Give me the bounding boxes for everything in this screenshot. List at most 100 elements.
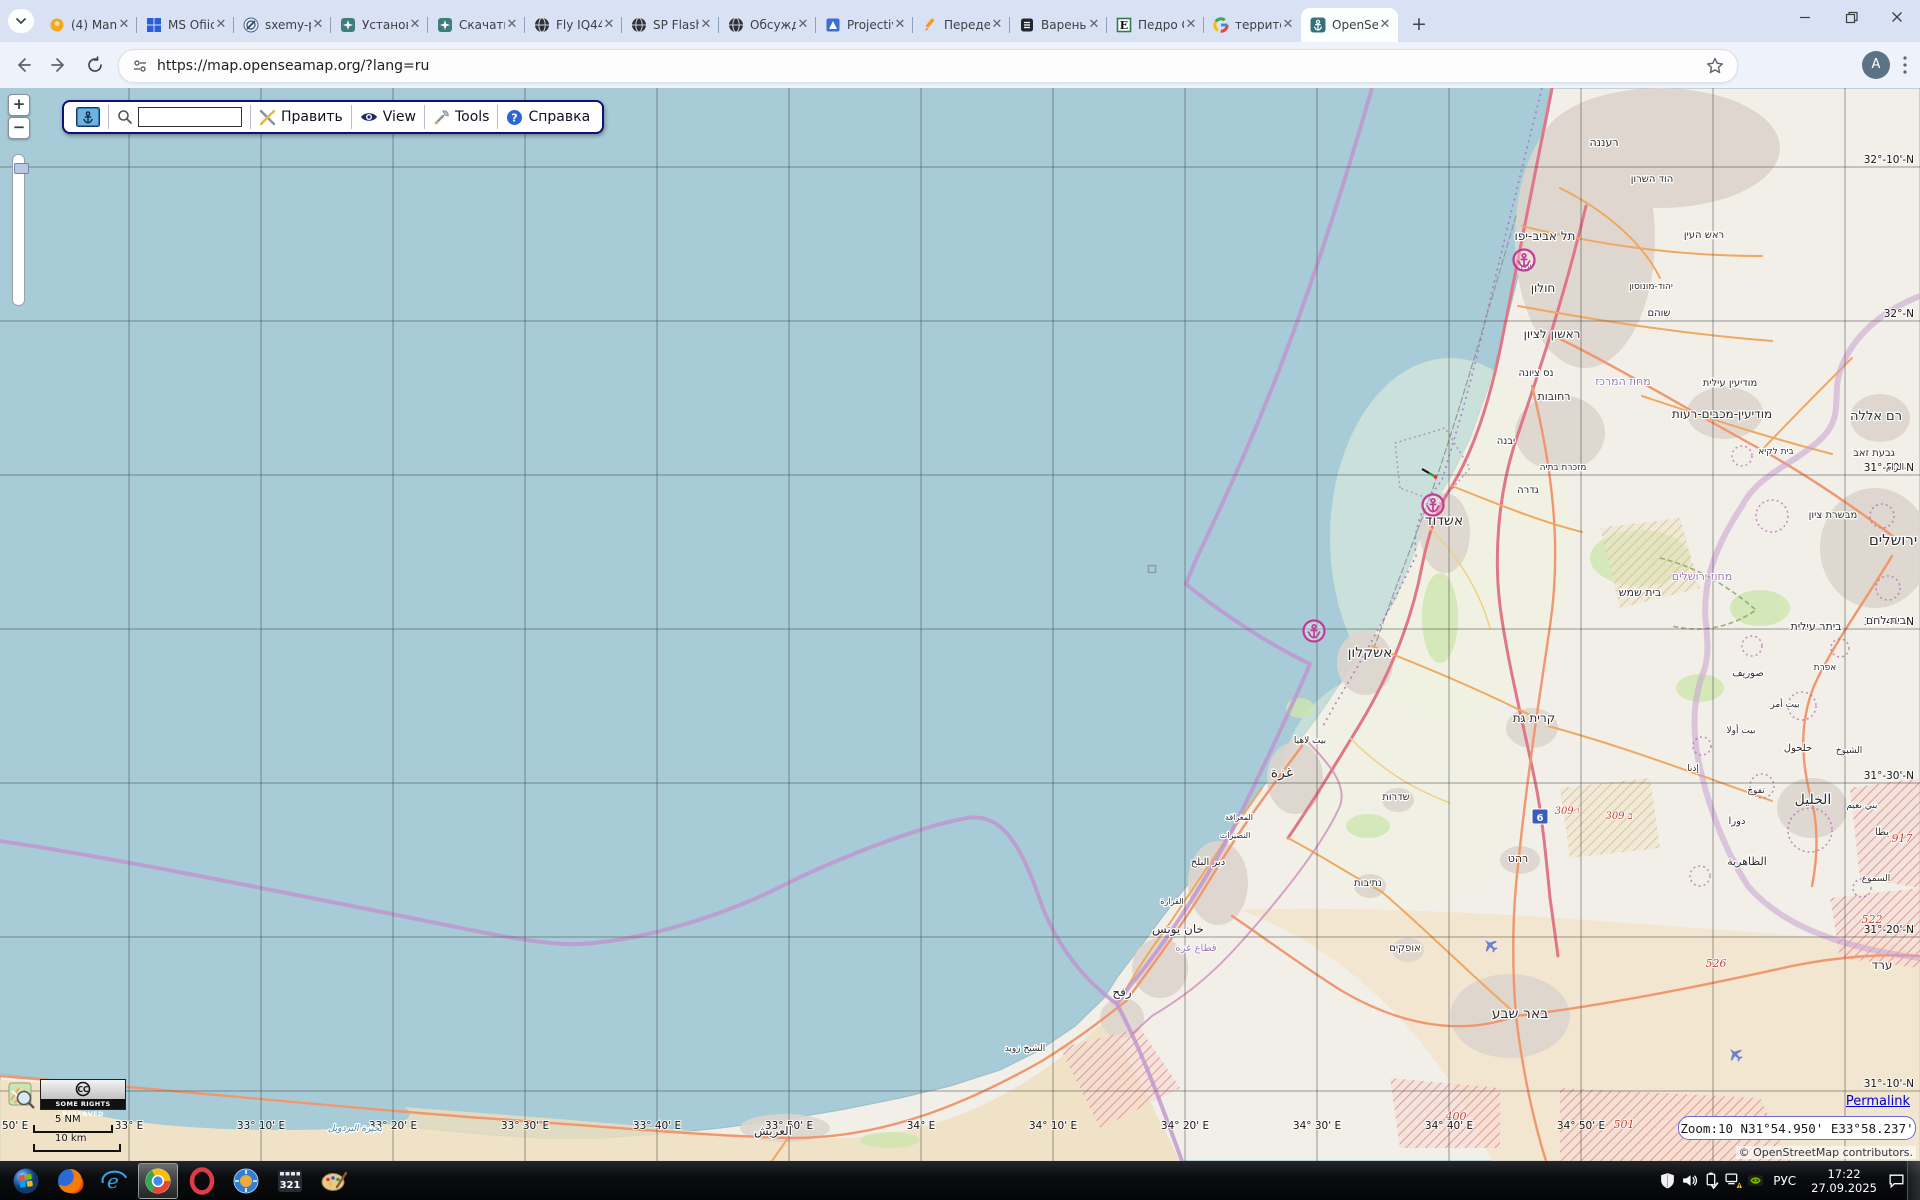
clock-time: 17:22 (1811, 1167, 1877, 1181)
map-label: النصيرات (1220, 831, 1251, 840)
svg-text:E: E (1120, 19, 1128, 32)
browser-tab-5[interactable]: Скачать✕ (428, 8, 525, 42)
menu-view[interactable]: View (352, 105, 425, 129)
zoom-out-button[interactable]: − (8, 117, 30, 139)
bell-favicon-icon (49, 17, 65, 33)
taskbar-app-paint[interactable] (314, 1163, 354, 1199)
tab-close-icon[interactable]: ✕ (990, 18, 1004, 32)
show-desktop-button[interactable] (1907, 1161, 1920, 1200)
usb-device-icon[interactable] (1700, 1161, 1722, 1200)
browser-tab-8[interactable]: Обсужде✕ (719, 8, 816, 42)
search-input[interactable] (138, 107, 242, 127)
taskbar-app-start[interactable] (6, 1163, 46, 1199)
browser-tab-14[interactable]: OpenSea✕ (1301, 8, 1398, 42)
browser-tab-4[interactable]: Установк✕ (331, 8, 428, 42)
taskbar-app-compass-app[interactable] (226, 1163, 266, 1199)
tab-close-icon[interactable]: ✕ (214, 18, 228, 32)
tab-close-icon[interactable]: ✕ (117, 18, 131, 32)
browser-tab-6[interactable]: Fly IQ441✕ (525, 8, 622, 42)
taskbar-app-chrome[interactable] (138, 1163, 178, 1199)
map-label: تفوح (1747, 786, 1765, 796)
notification-center-icon[interactable] (1885, 1161, 1907, 1200)
bookmark-star-icon[interactable] (1705, 56, 1725, 76)
browser-tab-2[interactable]: MS Ofiice✕ (137, 8, 234, 42)
volume-icon[interactable] (1678, 1161, 1700, 1200)
map-label: מודיעין-מכבים-רעות (1672, 407, 1772, 421)
harbour-anchor-icon[interactable] (1304, 621, 1325, 642)
clock[interactable]: 17:22 27.09.2025 (1803, 1167, 1885, 1195)
taskbar-app-firefox[interactable] (50, 1163, 90, 1199)
taskbar-app-opera[interactable] (182, 1163, 222, 1199)
edit-tools-icon (259, 109, 276, 126)
profile-avatar[interactable]: A (1862, 51, 1890, 79)
grid-lat-label: 32°-10'-N (1864, 154, 1914, 166)
reload-button[interactable] (80, 50, 110, 80)
menu-edit[interactable]: Править (251, 105, 352, 129)
harbour-anchor-icon[interactable] (1514, 250, 1535, 271)
zoom-slider-handle[interactable] (14, 163, 29, 174)
browser-tab-11[interactable]: Варенье✕ (1010, 8, 1107, 42)
language-indicator[interactable]: РУС (1766, 1174, 1803, 1188)
tab-close-icon[interactable]: ✕ (505, 18, 519, 32)
map-canvas[interactable]: 50' E33° E33° 10' E33° 20' E33° 30' E33°… (0, 88, 1920, 1161)
browser-tab-9[interactable]: Projectiv✕ (816, 8, 913, 42)
harbour-anchor-icon[interactable] (1423, 495, 1444, 516)
browser-tab-10[interactable]: Передел✕ (913, 8, 1010, 42)
osm-logo[interactable] (8, 1082, 35, 1109)
map-attribution[interactable]: © OpenStreetMap contributors. (1736, 1146, 1916, 1159)
menu-help[interactable]: ? Справка (498, 105, 598, 129)
network-warning-icon[interactable] (1722, 1161, 1744, 1200)
zoom-slider[interactable] (12, 154, 25, 306)
tab-close-icon[interactable]: ✕ (311, 18, 325, 32)
back-button[interactable] (8, 50, 38, 80)
openseamap-logo-button[interactable] (68, 105, 109, 129)
nvidia-icon[interactable] (1744, 1161, 1766, 1200)
tab-close-icon[interactable]: ✕ (1087, 18, 1101, 32)
browser-tab-7[interactable]: SP Flash✕ (622, 8, 719, 42)
tab-close-icon[interactable]: ✕ (1378, 18, 1392, 32)
zoom-in-button[interactable]: + (8, 94, 30, 116)
defender-shield-icon[interactable] (1656, 1161, 1678, 1200)
map-label: מזכרת בתיה (1540, 463, 1587, 473)
site-info-icon[interactable] (131, 57, 149, 75)
tab-close-icon[interactable]: ✕ (408, 18, 422, 32)
browser-tab-13[interactable]: территор✕ (1204, 8, 1301, 42)
map-label: יהוד-מונוסון (1629, 282, 1673, 292)
minimize-button[interactable] (1782, 0, 1828, 34)
map-label: יבנה (1497, 436, 1516, 447)
grid-lon-label: 50' E (2, 1120, 28, 1132)
maximize-icon (1845, 11, 1858, 24)
map-label: תל אביב-יפו (1515, 229, 1576, 243)
forward-icon (50, 56, 68, 74)
tab-close-icon[interactable]: ✕ (893, 18, 907, 32)
browser-tab-12[interactable]: EПедро С✕ (1107, 8, 1204, 42)
tab-close-icon[interactable]: ✕ (1184, 18, 1198, 32)
cc-license-badge[interactable]: CC SOME RIGHTS RESERVED (40, 1079, 126, 1110)
tab-close-icon[interactable]: ✕ (1281, 18, 1295, 32)
permalink-link[interactable]: Permalink (1846, 1094, 1910, 1109)
tab-title: Fly IQ441 (556, 18, 602, 32)
forward-button[interactable] (44, 50, 74, 80)
browser-tab-1[interactable]: (4) Mana✕ (40, 8, 137, 42)
browser-menu-button[interactable] (1896, 54, 1914, 76)
menu-tools[interactable]: Tools (425, 105, 499, 129)
tab-title: Варенье (1041, 18, 1087, 32)
map-viewport[interactable]: 50' E33° E33° 10' E33° 20' E33° 30' E33°… (0, 88, 1920, 1161)
map-search-field[interactable] (109, 105, 251, 129)
wrench-icon (433, 109, 450, 126)
close-button[interactable] (1874, 0, 1920, 34)
new-tab-button[interactable]: + (1406, 12, 1432, 38)
taskbar-app-media-player-classic[interactable]: 321 (270, 1163, 310, 1199)
url-text[interactable]: https://map.openseamap.org/?lang=ru (157, 58, 1705, 74)
tab-search-button[interactable] (8, 9, 34, 33)
map-label: رفح (1112, 985, 1131, 1000)
tab-close-icon[interactable]: ✕ (796, 18, 810, 32)
taskbar-app-internet-explorer[interactable]: e (94, 1163, 134, 1199)
address-bar[interactable]: https://map.openseamap.org/?lang=ru (118, 49, 1738, 83)
maximize-button[interactable] (1828, 0, 1874, 34)
browser-tab-3[interactable]: sxemy-po✕ (234, 8, 331, 42)
map-label: שדרות (1382, 792, 1410, 803)
tab-close-icon[interactable]: ✕ (699, 18, 713, 32)
map-label: רעננה (1589, 136, 1618, 149)
tab-close-icon[interactable]: ✕ (602, 18, 616, 32)
